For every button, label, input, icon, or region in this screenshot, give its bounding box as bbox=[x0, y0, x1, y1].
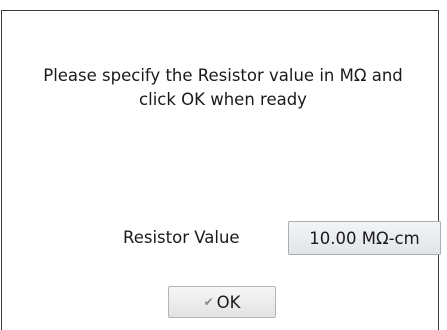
checkmark-icon: ✔ bbox=[203, 295, 214, 309]
resistor-value-button[interactable]: 10.00 MΩ-cm bbox=[288, 221, 441, 255]
resistor-value-text: 10.00 MΩ-cm bbox=[309, 228, 420, 248]
ok-button-label: OK bbox=[216, 292, 241, 312]
instruction-message: Please specify the Resistor value in MΩ … bbox=[12, 64, 434, 112]
instruction-line-2: click OK when ready bbox=[139, 90, 307, 109]
ok-button[interactable]: ✔ OK bbox=[168, 286, 276, 318]
resistor-dialog: Please specify the Resistor value in MΩ … bbox=[1, 10, 439, 330]
resistor-value-label: Resistor Value bbox=[123, 228, 240, 247]
instruction-line-1: Please specify the Resistor value in MΩ … bbox=[43, 66, 403, 85]
